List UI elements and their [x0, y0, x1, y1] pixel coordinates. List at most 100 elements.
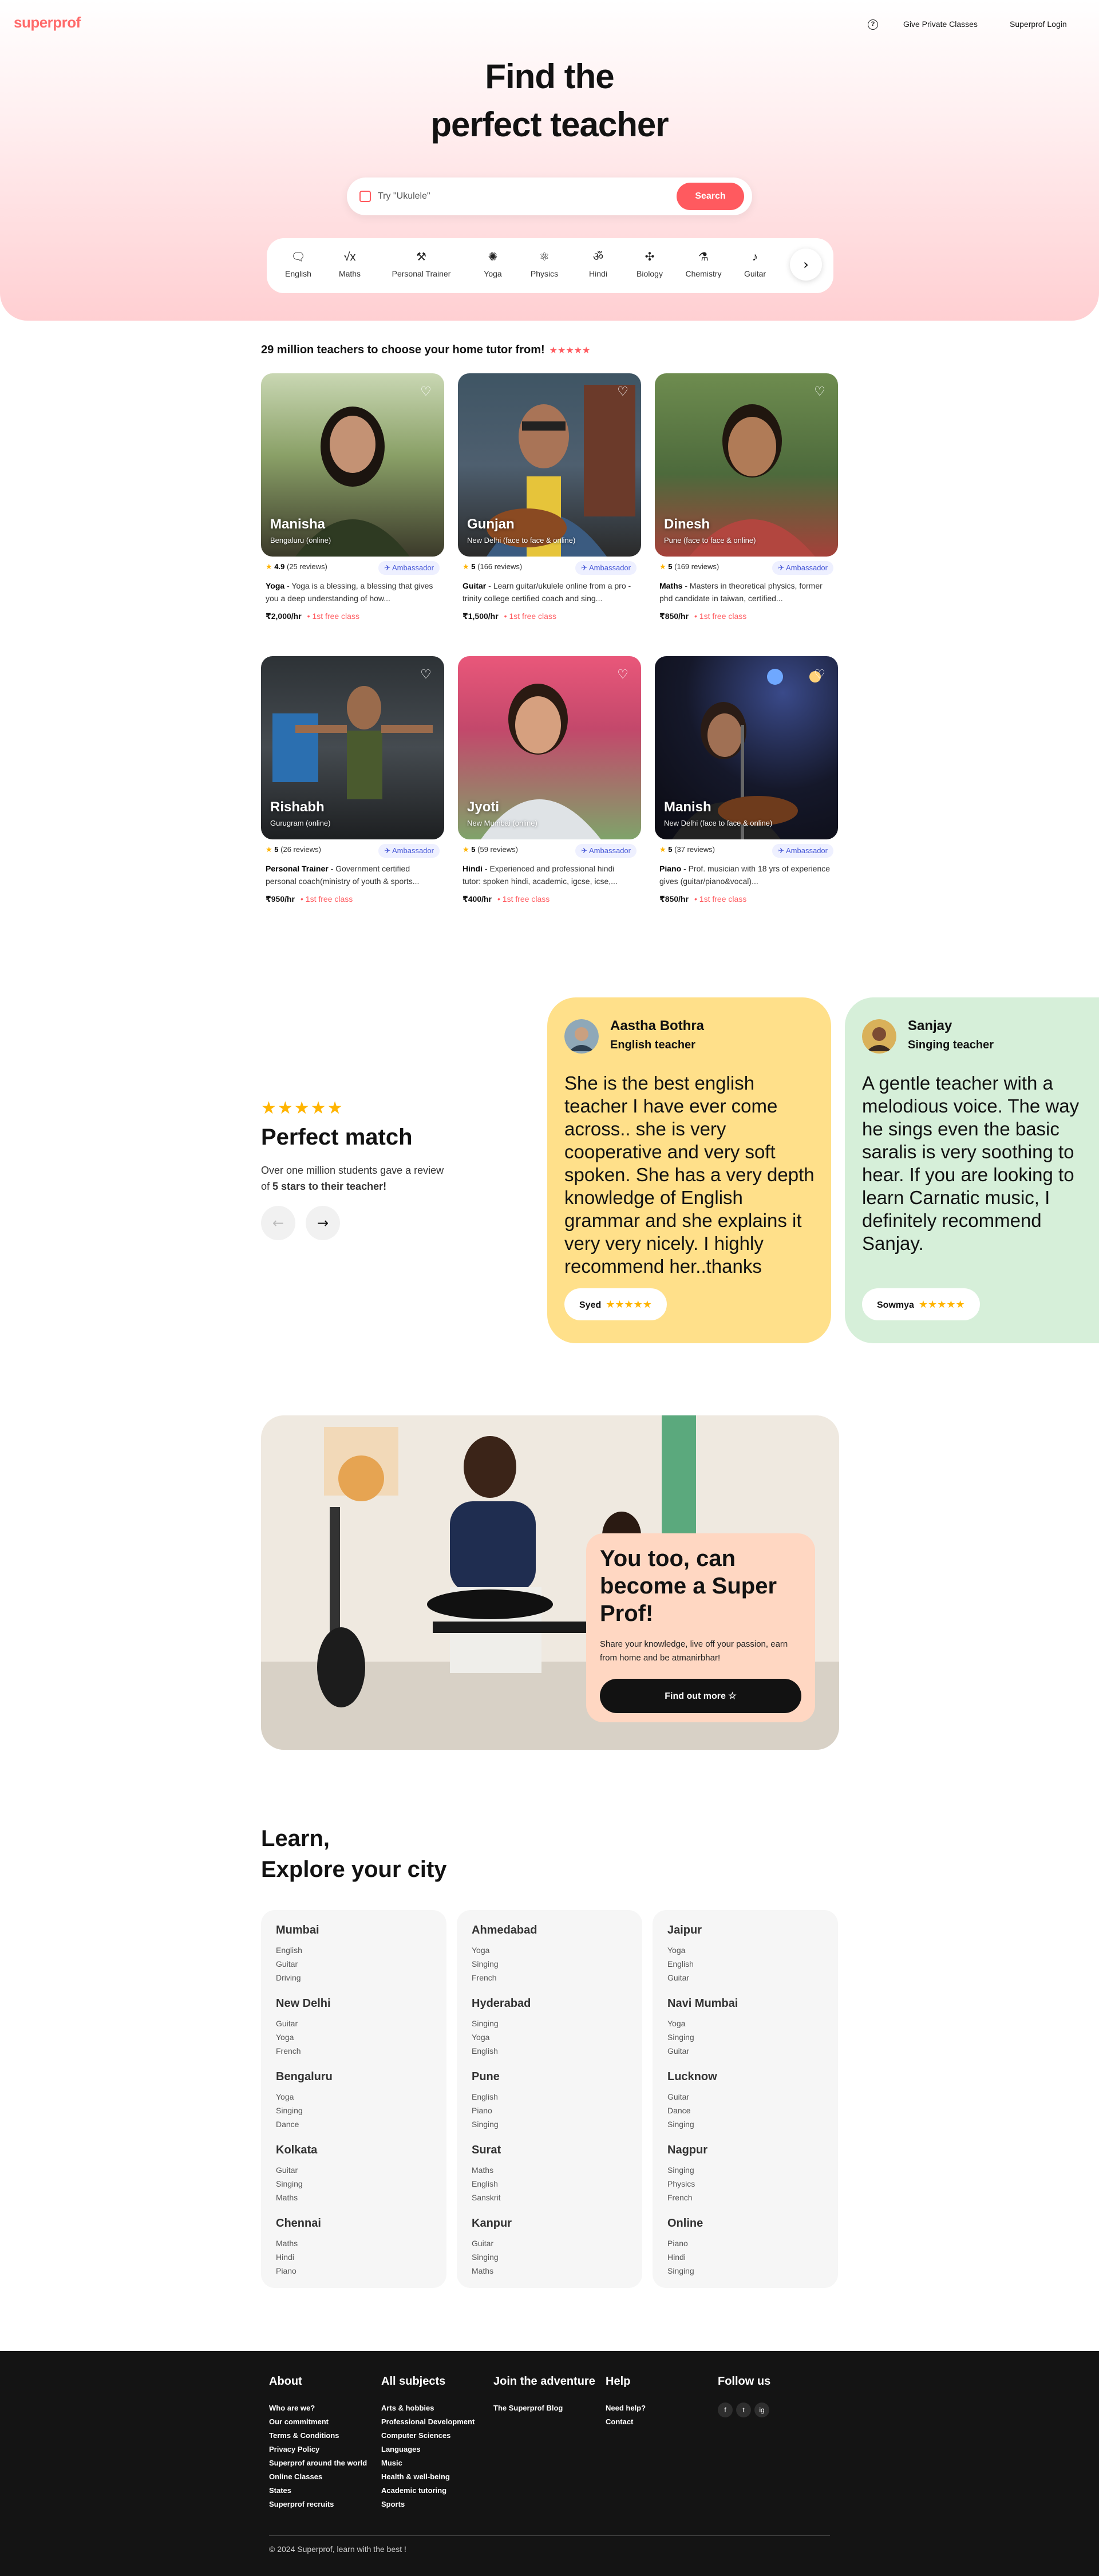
city-link[interactable]: Lucknow [667, 2070, 717, 2084]
city-subject-link[interactable]: English [472, 2177, 498, 2191]
city-subject-link[interactable]: Singing [472, 2017, 499, 2030]
city-subject-link[interactable]: Yoga [276, 2090, 294, 2104]
city-subject-link[interactable]: Yoga [472, 1943, 489, 1957]
city-subject-link[interactable]: English [667, 1957, 694, 1971]
footer-link[interactable]: Terms & Conditions [269, 2431, 339, 2440]
city-link[interactable]: Online [667, 2217, 703, 2230]
footer-link[interactable]: Arts & hobbies [381, 2404, 434, 2412]
give-private-classes-link[interactable]: Give Private Classes [903, 19, 978, 29]
city-subject-link[interactable]: French [667, 2191, 693, 2204]
city-link[interactable]: Hyderabad [472, 1997, 531, 2010]
favorite-heart-icon[interactable]: ♡ [812, 384, 828, 400]
category-physics[interactable]: ⚛ Physics [519, 250, 570, 278]
footer-link[interactable]: The Superprof Blog [493, 2404, 563, 2412]
footer-link[interactable]: Sports [381, 2500, 405, 2508]
category-chemistry[interactable]: ⚗ Chemistry [678, 250, 729, 278]
city-subject-link[interactable]: Guitar [667, 1971, 689, 1985]
footer-link[interactable]: Who are we? [269, 2404, 315, 2412]
footer-link[interactable]: Contact [606, 2417, 633, 2426]
city-link[interactable]: Kolkata [276, 2144, 317, 2157]
city-subject-link[interactable]: Guitar [276, 1957, 298, 1971]
favorite-heart-icon[interactable]: ♡ [812, 666, 828, 683]
city-subject-link[interactable]: Piano [667, 2236, 688, 2250]
city-subject-link[interactable]: Singing [667, 2030, 694, 2044]
footer-link[interactable]: Superprof around the world [269, 2459, 367, 2467]
city-subject-link[interactable]: Guitar [276, 2163, 298, 2177]
category-personal-trainer[interactable]: ⚒ Personal Trainer [387, 250, 456, 278]
city-subject-link[interactable]: Singing [667, 2163, 694, 2177]
city-subject-link[interactable]: Maths [472, 2163, 493, 2177]
footer-link[interactable]: Computer Sciences [381, 2431, 450, 2440]
category-yoga[interactable]: ✺ Yoga [467, 250, 519, 278]
category-guitar[interactable]: ♪ Guitar [729, 250, 781, 278]
city-subject-link[interactable]: French [276, 2044, 301, 2058]
city-link[interactable]: Kanpur [472, 2217, 512, 2230]
city-subject-link[interactable]: Guitar [472, 2236, 493, 2250]
previous-arrow-button[interactable]: ← [261, 1206, 295, 1240]
teacher-card[interactable]: ♡ Jyoti New Mumbai (online) ★ 5 (59 revi… [458, 656, 641, 908]
help-icon[interactable]: ? [868, 19, 878, 30]
city-subject-link[interactable]: Singing [276, 2104, 303, 2117]
teacher-card[interactable]: ♡ Dinesh Pune (face to face & online) ★ … [655, 373, 838, 625]
footer-link[interactable]: Professional Development [381, 2417, 475, 2426]
city-subject-link[interactable]: Maths [276, 2191, 298, 2204]
city-subject-link[interactable]: Piano [472, 2104, 492, 2117]
category-english[interactable]: 🗨 English [272, 250, 324, 278]
footer-link[interactable]: Academic tutoring [381, 2486, 446, 2495]
city-subject-link[interactable]: Maths [472, 2264, 493, 2278]
city-subject-link[interactable]: Guitar [276, 2017, 298, 2030]
favorite-heart-icon[interactable]: ♡ [418, 384, 434, 400]
footer-link[interactable]: States [269, 2486, 291, 2495]
footer-link[interactable]: Online Classes [269, 2472, 322, 2481]
city-link[interactable]: Mumbai [276, 1924, 319, 1937]
city-subject-link[interactable]: English [472, 2044, 498, 2058]
teacher-card[interactable]: ♡ Gunjan New Delhi (face to face & onlin… [458, 373, 641, 625]
city-subject-link[interactable]: Guitar [667, 2090, 689, 2104]
search-input[interactable] [378, 188, 635, 205]
city-subject-link[interactable]: Yoga [276, 2030, 294, 2044]
teacher-card[interactable]: ♡ Manish New Delhi (face to face & onlin… [655, 656, 838, 908]
city-link[interactable]: Ahmedabad [472, 1924, 537, 1937]
city-subject-link[interactable]: Sanskrit [472, 2191, 501, 2204]
city-subject-link[interactable]: French [472, 1971, 497, 1985]
twitter-icon[interactable]: t [736, 2403, 751, 2417]
city-subject-link[interactable]: Singing [472, 2117, 499, 2131]
city-link[interactable]: Jaipur [667, 1924, 702, 1937]
city-subject-link[interactable]: Hindi [276, 2250, 294, 2264]
teacher-card[interactable]: ♡ Rishabh Gurugram (online) ★ 5 (26 revi… [261, 656, 444, 908]
superprof-login-link[interactable]: Superprof Login [1010, 19, 1067, 29]
city-subject-link[interactable]: Maths [276, 2236, 298, 2250]
footer-link[interactable]: Our commitment [269, 2417, 329, 2426]
footer-link[interactable]: Superprof recruits [269, 2500, 334, 2508]
city-subject-link[interactable]: Hindi [667, 2250, 686, 2264]
city-subject-link[interactable]: Driving [276, 1971, 301, 1985]
footer-link[interactable]: Health & well-being [381, 2472, 450, 2481]
city-subject-link[interactable]: English [276, 1943, 302, 1957]
category-maths[interactable]: √x Maths [324, 250, 375, 278]
category-biology[interactable]: ✣ Biology [624, 250, 675, 278]
city-subject-link[interactable]: Singing [667, 2264, 694, 2278]
next-arrow-button[interactable]: → [306, 1206, 340, 1240]
city-link[interactable]: Nagpur [667, 2144, 707, 2157]
city-link[interactable]: Surat [472, 2144, 501, 2157]
city-subject-link[interactable]: Singing [472, 1957, 499, 1971]
footer-link[interactable]: Music [381, 2459, 402, 2467]
footer-link[interactable]: Privacy Policy [269, 2445, 319, 2453]
city-subject-link[interactable]: Dance [276, 2117, 299, 2131]
city-link[interactable]: Chennai [276, 2217, 321, 2230]
find-out-more-button[interactable]: Find out more ☆ [600, 1679, 801, 1713]
teacher-card[interactable]: ♡ Manisha Bengaluru (online) ★ 4.9 (25 r… [261, 373, 444, 625]
facebook-icon[interactable]: f [718, 2403, 733, 2417]
favorite-heart-icon[interactable]: ♡ [615, 384, 631, 400]
instagram-icon[interactable]: ig [754, 2403, 769, 2417]
favorite-heart-icon[interactable]: ♡ [615, 666, 631, 683]
city-subject-link[interactable]: Singing [276, 2177, 303, 2191]
category-hindi[interactable]: ॐ Hindi [572, 250, 624, 278]
favorite-heart-icon[interactable]: ♡ [418, 666, 434, 683]
city-subject-link[interactable]: Yoga [472, 2030, 489, 2044]
city-link[interactable]: Pune [472, 2070, 500, 2084]
footer-link[interactable]: Need help? [606, 2404, 646, 2412]
city-subject-link[interactable]: Physics [667, 2177, 695, 2191]
city-link[interactable]: New Delhi [276, 1997, 331, 2010]
superprof-logo[interactable]: superprof [14, 14, 81, 31]
